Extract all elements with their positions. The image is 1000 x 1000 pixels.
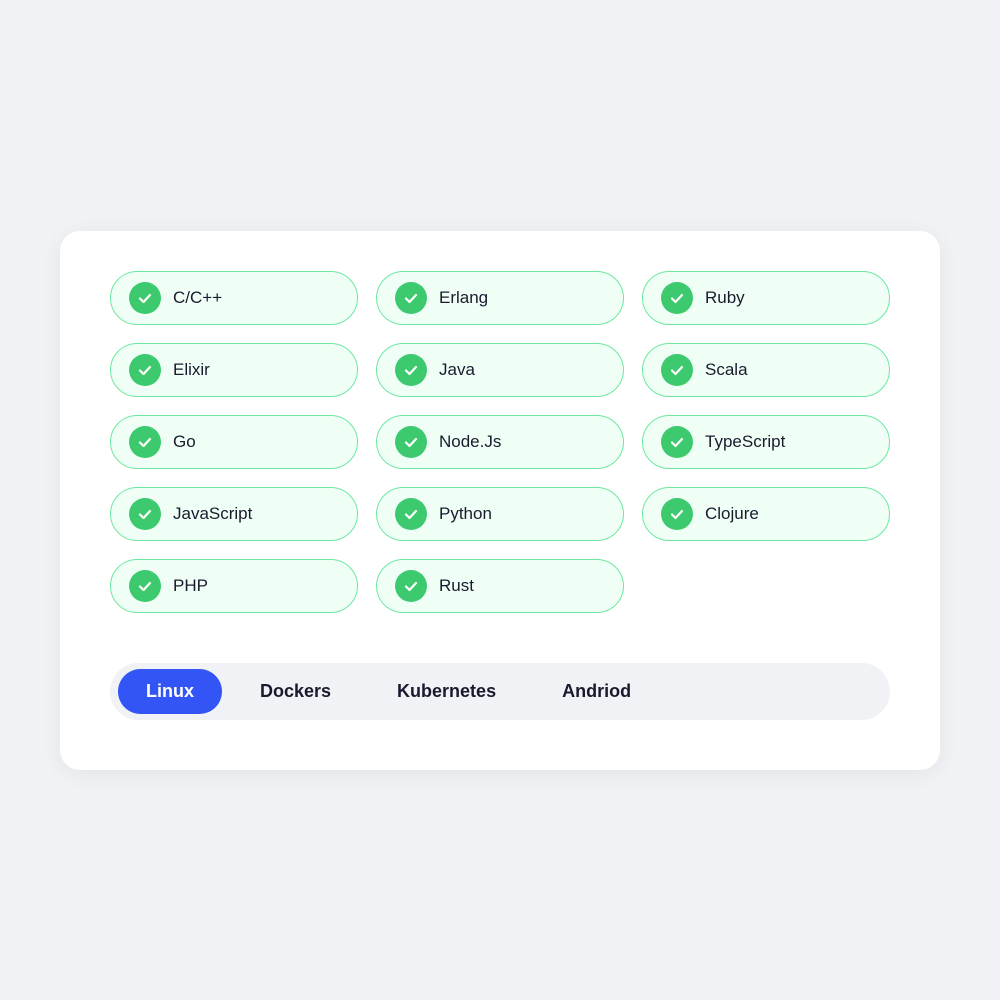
chip-item[interactable]: Java xyxy=(376,343,624,397)
chips-grid: C/C++ Erlang Ruby Elixir xyxy=(110,271,890,613)
check-icon xyxy=(661,426,693,458)
check-icon xyxy=(661,498,693,530)
chip-label: Clojure xyxy=(705,504,759,524)
check-icon xyxy=(661,354,693,386)
chip-label: JavaScript xyxy=(173,504,252,524)
tab-item[interactable]: Kubernetes xyxy=(369,669,524,714)
chip-item[interactable]: Elixir xyxy=(110,343,358,397)
chip-item[interactable]: TypeScript xyxy=(642,415,890,469)
chip-item[interactable]: Scala xyxy=(642,343,890,397)
check-icon xyxy=(129,570,161,602)
chip-label: TypeScript xyxy=(705,432,785,452)
chip-label: PHP xyxy=(173,576,208,596)
chip-item[interactable]: Rust xyxy=(376,559,624,613)
chip-label: Ruby xyxy=(705,288,745,308)
chip-item[interactable]: C/C++ xyxy=(110,271,358,325)
check-icon xyxy=(395,426,427,458)
check-icon xyxy=(129,498,161,530)
chip-label: Elixir xyxy=(173,360,210,380)
tab-item[interactable]: Linux xyxy=(118,669,222,714)
chip-label: Java xyxy=(439,360,475,380)
check-icon xyxy=(661,282,693,314)
chip-label: Node.Js xyxy=(439,432,501,452)
tab-item[interactable]: Andriod xyxy=(534,669,659,714)
chip-label: Rust xyxy=(439,576,474,596)
check-icon xyxy=(129,282,161,314)
check-icon xyxy=(395,282,427,314)
main-card: C/C++ Erlang Ruby Elixir xyxy=(60,231,940,770)
chip-label: C/C++ xyxy=(173,288,222,308)
chip-item[interactable]: JavaScript xyxy=(110,487,358,541)
chip-item[interactable]: Erlang xyxy=(376,271,624,325)
chip-label: Go xyxy=(173,432,196,452)
check-icon xyxy=(129,354,161,386)
chip-label: Erlang xyxy=(439,288,488,308)
tabs-bar: LinuxDockersKubernetesAndriod xyxy=(110,663,890,720)
chip-item[interactable]: Python xyxy=(376,487,624,541)
chip-item[interactable]: Go xyxy=(110,415,358,469)
chip-label: Scala xyxy=(705,360,748,380)
check-icon xyxy=(129,426,161,458)
chip-item[interactable]: Clojure xyxy=(642,487,890,541)
chip-item[interactable]: Node.Js xyxy=(376,415,624,469)
chip-item[interactable]: Ruby xyxy=(642,271,890,325)
check-icon xyxy=(395,498,427,530)
chip-item[interactable]: PHP xyxy=(110,559,358,613)
check-icon xyxy=(395,570,427,602)
tab-item[interactable]: Dockers xyxy=(232,669,359,714)
chip-label: Python xyxy=(439,504,492,524)
check-icon xyxy=(395,354,427,386)
